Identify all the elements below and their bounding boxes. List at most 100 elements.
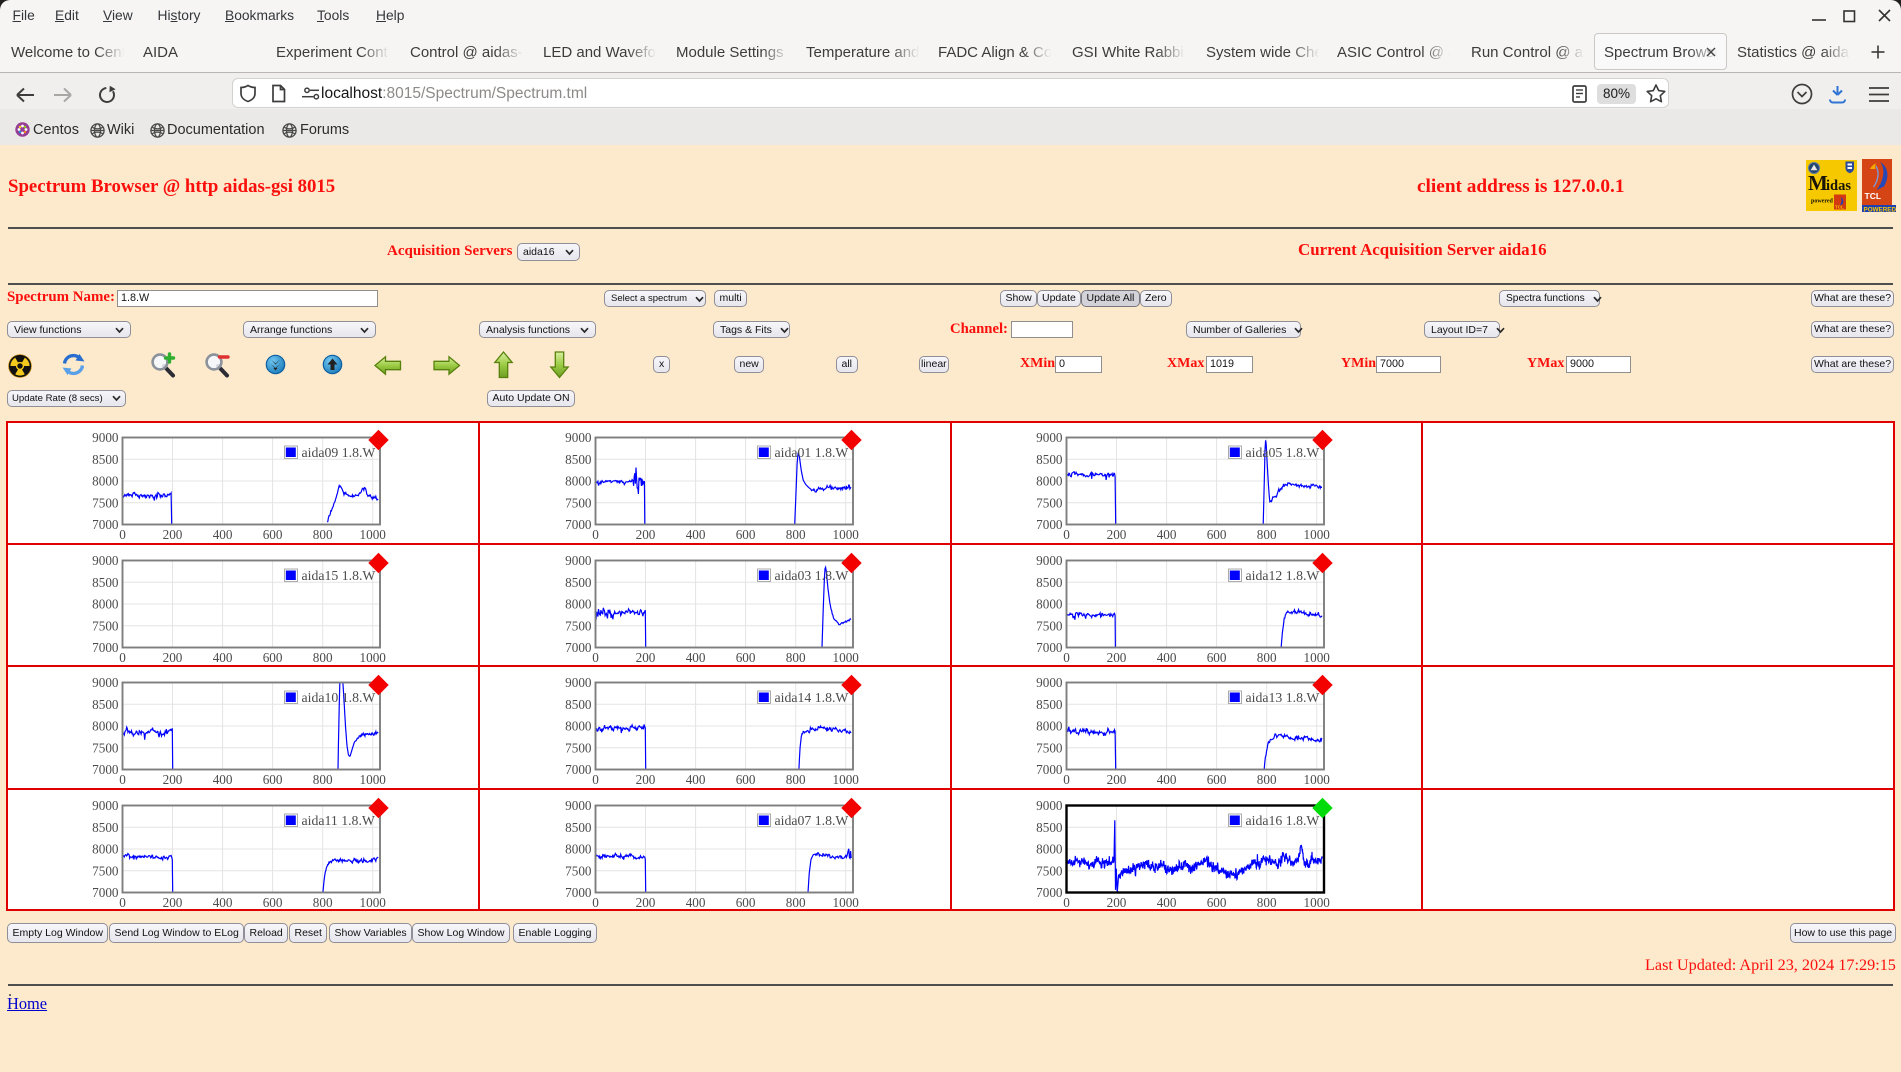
svg-text:7000: 7000 — [565, 640, 592, 655]
svg-text:7000: 7000 — [92, 640, 119, 655]
svg-text:0: 0 — [1063, 650, 1070, 665]
svg-text:800: 800 — [313, 772, 333, 787]
svg-text:0: 0 — [592, 650, 599, 665]
svg-text:1000: 1000 — [360, 527, 387, 542]
svg-text:9000: 9000 — [565, 553, 592, 568]
svg-text:400: 400 — [213, 895, 233, 910]
svg-text:200: 200 — [635, 772, 655, 787]
svg-text:600: 600 — [1207, 772, 1227, 787]
svg-text:400: 400 — [1157, 895, 1177, 910]
svg-text:9000: 9000 — [1036, 430, 1063, 445]
svg-text:200: 200 — [163, 527, 183, 542]
svg-text:600: 600 — [263, 772, 283, 787]
svg-text:800: 800 — [1257, 772, 1277, 787]
svg-text:8000: 8000 — [565, 841, 592, 856]
svg-text:8000: 8000 — [1036, 474, 1063, 489]
svg-text:1000: 1000 — [1304, 650, 1331, 665]
svg-text:7000: 7000 — [1036, 762, 1063, 777]
svg-text:800: 800 — [785, 895, 805, 910]
svg-text:7500: 7500 — [565, 740, 592, 755]
svg-text:8000: 8000 — [92, 474, 119, 489]
svg-text:600: 600 — [735, 650, 755, 665]
svg-text:1000: 1000 — [832, 895, 859, 910]
svg-text:9000: 9000 — [1036, 675, 1063, 690]
svg-text:9000: 9000 — [565, 675, 592, 690]
svg-text:800: 800 — [785, 772, 805, 787]
svg-text:8500: 8500 — [1036, 697, 1063, 712]
svg-text:8000: 8000 — [1036, 596, 1063, 611]
svg-text:800: 800 — [1257, 527, 1277, 542]
svg-text:200: 200 — [635, 527, 655, 542]
svg-text:TCL: TCL — [1835, 205, 1844, 210]
svg-text:9000: 9000 — [1036, 553, 1063, 568]
svg-text:aida14 1.8.W: aida14 1.8.W — [774, 690, 848, 705]
svg-text:7500: 7500 — [1036, 618, 1063, 633]
svg-text:400: 400 — [213, 527, 233, 542]
svg-text:7500: 7500 — [565, 863, 592, 878]
svg-text:8500: 8500 — [92, 697, 119, 712]
svg-text:200: 200 — [1107, 772, 1127, 787]
svg-text:600: 600 — [735, 895, 755, 910]
svg-text:1000: 1000 — [360, 772, 387, 787]
svg-text:0: 0 — [592, 772, 599, 787]
svg-text:7000: 7000 — [565, 762, 592, 777]
svg-text:aida09 1.8.W: aida09 1.8.W — [302, 445, 376, 460]
svg-text:M: M — [1808, 171, 1828, 195]
svg-text:aida16 1.8.W: aida16 1.8.W — [1246, 812, 1320, 827]
svg-text:8000: 8000 — [92, 596, 119, 611]
svg-text:400: 400 — [685, 772, 705, 787]
svg-text:1000: 1000 — [832, 527, 859, 542]
svg-text:aida05 1.8.W: aida05 1.8.W — [1246, 445, 1320, 460]
svg-text:400: 400 — [1157, 527, 1177, 542]
svg-text:600: 600 — [1207, 895, 1227, 910]
svg-text:0: 0 — [119, 895, 126, 910]
svg-text:7500: 7500 — [1036, 740, 1063, 755]
svg-text:1000: 1000 — [832, 772, 859, 787]
svg-text:8500: 8500 — [565, 574, 592, 589]
svg-text:7000: 7000 — [565, 885, 592, 900]
svg-text:400: 400 — [685, 527, 705, 542]
svg-text:0: 0 — [119, 772, 126, 787]
svg-text:800: 800 — [1257, 650, 1277, 665]
svg-text:aida01 1.8.W: aida01 1.8.W — [774, 445, 848, 460]
svg-text:aida15 1.8.W: aida15 1.8.W — [302, 567, 376, 582]
svg-text:200: 200 — [1107, 895, 1127, 910]
svg-text:8500: 8500 — [1036, 574, 1063, 589]
svg-text:800: 800 — [313, 650, 333, 665]
svg-text:600: 600 — [263, 895, 283, 910]
svg-text:400: 400 — [213, 650, 233, 665]
svg-text:9000: 9000 — [92, 798, 119, 813]
svg-text:800: 800 — [1257, 895, 1277, 910]
svg-text:7500: 7500 — [92, 740, 119, 755]
svg-text:8500: 8500 — [92, 819, 119, 834]
svg-text:1000: 1000 — [1304, 527, 1331, 542]
svg-text:600: 600 — [1207, 650, 1227, 665]
svg-text:8500: 8500 — [565, 452, 592, 467]
svg-text:aida12 1.8.W: aida12 1.8.W — [1246, 567, 1320, 582]
svg-text:7000: 7000 — [1036, 517, 1063, 532]
svg-text:200: 200 — [635, 895, 655, 910]
svg-text:8500: 8500 — [92, 452, 119, 467]
svg-text:0: 0 — [1063, 772, 1070, 787]
svg-text:600: 600 — [735, 527, 755, 542]
svg-text:400: 400 — [685, 895, 705, 910]
svg-text:8500: 8500 — [565, 697, 592, 712]
svg-text:400: 400 — [213, 772, 233, 787]
svg-text:800: 800 — [313, 895, 333, 910]
svg-text:7000: 7000 — [92, 517, 119, 532]
svg-text:8500: 8500 — [1036, 819, 1063, 834]
svg-text:9000: 9000 — [92, 675, 119, 690]
svg-text:7500: 7500 — [92, 495, 119, 510]
svg-text:8000: 8000 — [1036, 719, 1063, 734]
svg-text:8500: 8500 — [92, 574, 119, 589]
svg-text:9000: 9000 — [92, 553, 119, 568]
svg-text:7500: 7500 — [565, 618, 592, 633]
svg-text:7000: 7000 — [565, 517, 592, 532]
svg-text:9000: 9000 — [565, 798, 592, 813]
svg-text:600: 600 — [263, 527, 283, 542]
svg-text:1000: 1000 — [1304, 772, 1331, 787]
svg-text:800: 800 — [785, 527, 805, 542]
svg-text:1000: 1000 — [360, 895, 387, 910]
svg-text:7500: 7500 — [92, 863, 119, 878]
svg-text:8000: 8000 — [92, 719, 119, 734]
